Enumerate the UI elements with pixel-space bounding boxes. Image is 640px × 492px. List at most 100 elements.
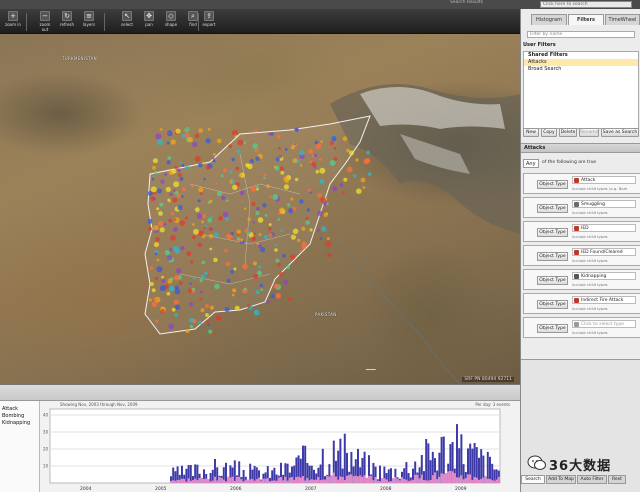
- event-marker: [167, 278, 173, 284]
- event-marker: [367, 172, 372, 177]
- include-child-types-checkbox[interactable]: include child types: [572, 258, 608, 263]
- map-canvas[interactable]: [0, 34, 520, 384]
- tab-rest[interactable]: Rest: [608, 475, 626, 484]
- histogram-bar-bombing: [225, 481, 227, 483]
- object-type-button[interactable]: Object Type: [537, 324, 568, 333]
- histogram-bar-bombing: [449, 471, 452, 483]
- event-marker: [174, 285, 179, 290]
- filter-search-input[interactable]: Filter by name: [527, 31, 635, 38]
- object-type-button[interactable]: Object Type: [537, 180, 568, 189]
- event-marker: [273, 283, 279, 289]
- event-marker: [322, 201, 327, 206]
- rule-type-value[interactable]: Attack: [572, 176, 636, 184]
- new-filter-button[interactable]: New: [523, 128, 539, 137]
- histogram-bar-bombing: [409, 480, 412, 483]
- tab-histogram[interactable]: Histogram: [531, 14, 567, 25]
- refresh-button[interactable]: ↻ refresh: [58, 11, 76, 33]
- event-marker: [191, 184, 195, 188]
- rule-type-value[interactable]: IED: [572, 224, 636, 232]
- tab-search[interactable]: Search: [521, 475, 545, 484]
- match-mode-select[interactable]: Any: [523, 159, 539, 168]
- event-marker: [287, 203, 291, 207]
- rule-type-value[interactable]: Smuggling: [572, 200, 636, 208]
- legend-item[interactable]: Bombing: [0, 413, 39, 420]
- include-child-types-checkbox[interactable]: include child types (e.g. Bom: [572, 186, 627, 191]
- event-marker: [173, 189, 176, 192]
- filter-item-attacks[interactable]: Attacks: [524, 59, 638, 66]
- legend-item[interactable]: Attack: [0, 406, 39, 413]
- event-marker: [192, 235, 196, 239]
- pan-button[interactable]: ✥ pan: [140, 11, 158, 33]
- histogram-bar-bombing: [200, 477, 203, 483]
- event-marker: [152, 197, 156, 201]
- event-marker: [225, 261, 231, 267]
- legend-item[interactable]: Kidnapping: [0, 420, 39, 427]
- save-as-search-button[interactable]: Save as Search: [601, 128, 639, 137]
- tab-add-to-map[interactable]: Add To Map: [546, 475, 576, 484]
- event-marker: [154, 242, 159, 248]
- copy-filter-button[interactable]: Copy: [541, 128, 557, 137]
- global-search-input[interactable]: Click here to search: [540, 1, 632, 8]
- y-tick-label: 40: [43, 413, 49, 418]
- export-button[interactable]: ⇪ export: [200, 11, 218, 33]
- include-child-types-checkbox[interactable]: include child types: [572, 282, 608, 287]
- histogram-bar-bombing: [385, 479, 388, 483]
- shape-button[interactable]: ◇ shape: [162, 11, 180, 33]
- event-marker: [238, 173, 243, 177]
- event-marker: [292, 228, 299, 235]
- histogram-bar-bombing: [255, 479, 258, 483]
- histogram-bar-bombing: [220, 478, 223, 483]
- tab-filters[interactable]: Filters: [568, 14, 604, 25]
- event-marker: [151, 165, 156, 170]
- event-marker: [316, 192, 322, 198]
- zoom-in-button[interactable]: + zoom in: [4, 11, 22, 33]
- event-marker: [253, 232, 256, 236]
- histogram-bar-bombing: [486, 478, 489, 483]
- timeline-range-label: Showing Nov, 2003 through Nov, 2009: [60, 402, 138, 407]
- timeline-legend: Attack Bombing Kidnapping: [0, 401, 40, 492]
- rule-type-value[interactable]: Click to select type: [572, 320, 636, 328]
- rule-type-value[interactable]: Kidnapping: [572, 272, 636, 280]
- histogram-bar-attack: [337, 450, 340, 483]
- event-marker: [147, 218, 153, 224]
- rule-type-value[interactable]: Indirect Fire Attack: [572, 296, 636, 304]
- event-marker: [192, 223, 195, 226]
- rename-filter-button[interactable]: Rename: [579, 128, 599, 137]
- histogram-bar-bombing: [218, 476, 221, 483]
- select-button[interactable]: ↖ select: [118, 11, 136, 33]
- event-marker: [230, 179, 235, 184]
- layers-button[interactable]: ≡ layers: [80, 11, 98, 33]
- delete-filter-button[interactable]: Delete: [559, 128, 577, 137]
- event-marker: [213, 257, 218, 263]
- zoom-out-button[interactable]: − zoom out: [36, 11, 54, 33]
- event-marker: [167, 156, 172, 160]
- event-marker: [333, 146, 337, 150]
- histogram-bar-bombing: [229, 477, 232, 483]
- event-marker: [168, 323, 174, 330]
- include-child-types-checkbox[interactable]: include child types: [572, 306, 608, 311]
- include-child-types-checkbox[interactable]: include child types: [572, 210, 608, 215]
- timeline-histogram[interactable]: 40 30 20 10 2004 2005 2006 2007 2008 2009: [40, 401, 520, 492]
- map-view[interactable]: TURKMENISTAN PAKISTAN ━━━━ SRF PN 80494 …: [0, 34, 520, 384]
- object-type-button[interactable]: Object Type: [537, 204, 568, 213]
- include-child-types-checkbox[interactable]: include child types: [572, 330, 608, 335]
- filter-item-broad-search[interactable]: Broad Search: [524, 66, 638, 73]
- histogram-bar-attack: [429, 460, 432, 483]
- tab-timewheel[interactable]: TimeWheel: [605, 14, 640, 25]
- rule-type-value[interactable]: IED Found/Cleared: [572, 248, 636, 256]
- object-type-button[interactable]: Object Type: [537, 252, 568, 261]
- histogram-bar-bombing: [471, 479, 474, 483]
- wechat-icon: [527, 455, 546, 470]
- toolbar-divider: [104, 13, 105, 31]
- histogram-bar-bombing: [392, 478, 395, 483]
- histogram-bar-attack: [425, 439, 428, 483]
- object-type-button[interactable]: Object Type: [537, 300, 568, 309]
- timeline-chart[interactable]: Showing Nov, 2003 through Nov, 2009 Per …: [40, 401, 520, 492]
- include-child-types-checkbox[interactable]: include child types: [572, 234, 608, 239]
- object-type-button[interactable]: Object Type: [537, 276, 568, 285]
- event-marker: [284, 148, 288, 151]
- event-marker: [155, 319, 159, 323]
- tab-auto-filter[interactable]: Auto Filter: [577, 475, 607, 484]
- event-marker: [360, 177, 366, 183]
- object-type-button[interactable]: Object Type: [537, 228, 568, 237]
